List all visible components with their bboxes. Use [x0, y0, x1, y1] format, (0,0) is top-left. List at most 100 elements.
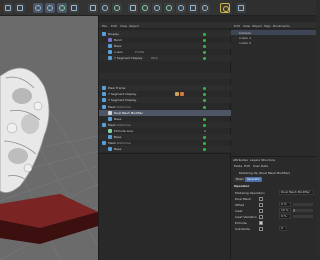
menu-edit[interactable]: Edit — [244, 164, 250, 168]
cloner-icon — [166, 5, 172, 11]
visibility-dot[interactable] — [203, 38, 206, 42]
tab-structure[interactable]: Structure — [261, 158, 275, 162]
spline-icon — [108, 50, 112, 54]
menu-user-data[interactable]: User Data — [253, 164, 268, 168]
scale-tool-button[interactable] — [45, 3, 55, 13]
inset-variation-slider[interactable] — [293, 215, 313, 218]
layout-toolbar — [232, 0, 316, 16]
inset-field[interactable]: 10 % — [279, 208, 291, 213]
render-settings-icon — [114, 5, 120, 11]
dual-mesh-checkbox[interactable] — [259, 197, 263, 201]
render-picture-button[interactable] — [100, 3, 110, 13]
visibility-dot[interactable] — [203, 92, 206, 96]
object-name: 7 Segment Display — [114, 56, 143, 60]
inset-variation-field[interactable]: 0 % — [279, 214, 291, 219]
deformer-button[interactable] — [176, 3, 186, 13]
visibility-dot[interactable] — [203, 123, 206, 127]
menu-tags[interactable]: Tags — [264, 24, 271, 28]
attribute-title: Modeling Op (Dual Mesh Modifier) — [239, 171, 290, 175]
visibility-dot[interactable] — [203, 56, 206, 60]
subdivide-checkbox[interactable] — [259, 227, 263, 231]
object-manager: File Edit View Object Display Bend Base … — [98, 16, 232, 260]
undo-icon — [5, 5, 11, 11]
visibility-dot[interactable] — [203, 135, 206, 139]
undo-button[interactable] — [3, 3, 13, 13]
scene-button[interactable] — [200, 3, 210, 13]
menu-file[interactable]: File — [102, 24, 107, 28]
render-settings-button[interactable] — [112, 3, 122, 13]
layout-button[interactable] — [236, 3, 246, 13]
material-tag-icon[interactable] — [180, 92, 184, 96]
modifier-icon — [108, 111, 112, 115]
object-tag: Deformer — [117, 123, 132, 127]
move-tool-button[interactable] — [33, 3, 43, 13]
scene-panel-menu: Edit View Object Tags Bookmarks — [231, 22, 316, 29]
spline-icon — [108, 56, 112, 60]
scene-item-label: n-Gon 2 — [239, 40, 252, 45]
extrude-icon — [108, 129, 112, 133]
inset-checkbox[interactable] — [259, 209, 263, 213]
null-icon — [102, 86, 106, 90]
material-tag-icon[interactable] — [175, 92, 179, 96]
visibility-dot[interactable] — [203, 147, 206, 151]
object-row-base-3[interactable]: Base — [99, 146, 232, 152]
field-button[interactable] — [188, 3, 198, 13]
tab-operator[interactable]: Operator — [245, 177, 263, 182]
subdivision-button[interactable] — [152, 3, 162, 13]
3d-viewport[interactable] — [0, 16, 98, 260]
extrude-checkbox[interactable] — [259, 221, 263, 225]
tab-layers[interactable]: Layers — [250, 158, 260, 162]
layout-icon — [238, 5, 244, 11]
pen-button[interactable] — [140, 3, 150, 13]
visibility-dot[interactable] — [203, 98, 206, 102]
visibility-dot[interactable] — [203, 50, 206, 54]
rotate-tool-button[interactable] — [57, 3, 67, 13]
visibility-dot[interactable] — [203, 86, 206, 90]
object-name: n-Gon — [114, 50, 124, 54]
cube-button[interactable] — [128, 3, 138, 13]
visibility-dot[interactable] — [203, 32, 206, 36]
menu-object[interactable]: Object — [129, 24, 139, 28]
plexi-frame — [0, 194, 98, 244]
inset-variation-checkbox[interactable] — [259, 215, 263, 219]
subdivide-field[interactable]: 0 — [279, 226, 287, 231]
visibility-dot[interactable] — [203, 44, 206, 48]
offset-slider[interactable] — [293, 203, 313, 206]
menu-mode[interactable]: Mode — [234, 164, 242, 168]
inset-slider[interactable] — [293, 209, 313, 212]
cloner-button[interactable] — [164, 3, 174, 13]
object-name: Display — [108, 32, 120, 36]
menu-edit[interactable]: Edit — [234, 24, 240, 28]
mesh-icon — [102, 141, 106, 145]
menu-view[interactable]: View — [120, 24, 127, 28]
viewport-scene — [0, 67, 98, 260]
object-row-7-segment-display-b[interactable]: 7 Segment Display — [99, 97, 232, 103]
object-tag: Path — [151, 56, 158, 60]
coordinate-icon — [71, 5, 77, 11]
offset-checkbox[interactable] — [259, 203, 263, 207]
menu-bookmarks[interactable]: Bookmarks — [273, 24, 290, 28]
modeling-operation-dropdown[interactable]: Dual Mesh Modifier — [279, 190, 314, 195]
tab-attributes[interactable]: Attributes — [233, 158, 248, 162]
subdivision-icon — [154, 5, 160, 11]
attribute-manager: Attributes Layers Structure Mode Edit Us… — [231, 156, 316, 260]
scene-item-ngon-2[interactable]: n-Gon 2 — [231, 40, 316, 45]
coordinate-system-button[interactable] — [69, 3, 79, 13]
object-name: Mesh — [108, 141, 116, 145]
visibility-dot[interactable] — [203, 141, 206, 145]
light-button[interactable] — [220, 3, 230, 13]
visibility-dot[interactable] — [203, 117, 206, 121]
param-label: Inset — [235, 209, 243, 213]
render-view-button[interactable] — [88, 3, 98, 13]
redo-button[interactable] — [15, 3, 25, 13]
offset-field[interactable]: 0 % — [279, 202, 291, 207]
cube-icon — [130, 5, 136, 11]
object-name: Base — [114, 44, 122, 48]
polygon-icon — [108, 44, 112, 48]
menu-view[interactable]: View — [243, 24, 250, 28]
menu-edit[interactable]: Edit — [111, 24, 117, 28]
object-name: Extrude Line — [114, 129, 133, 133]
visibility-dot[interactable] — [203, 105, 206, 109]
scale-icon — [47, 5, 53, 11]
menu-object[interactable]: Object — [252, 24, 262, 28]
